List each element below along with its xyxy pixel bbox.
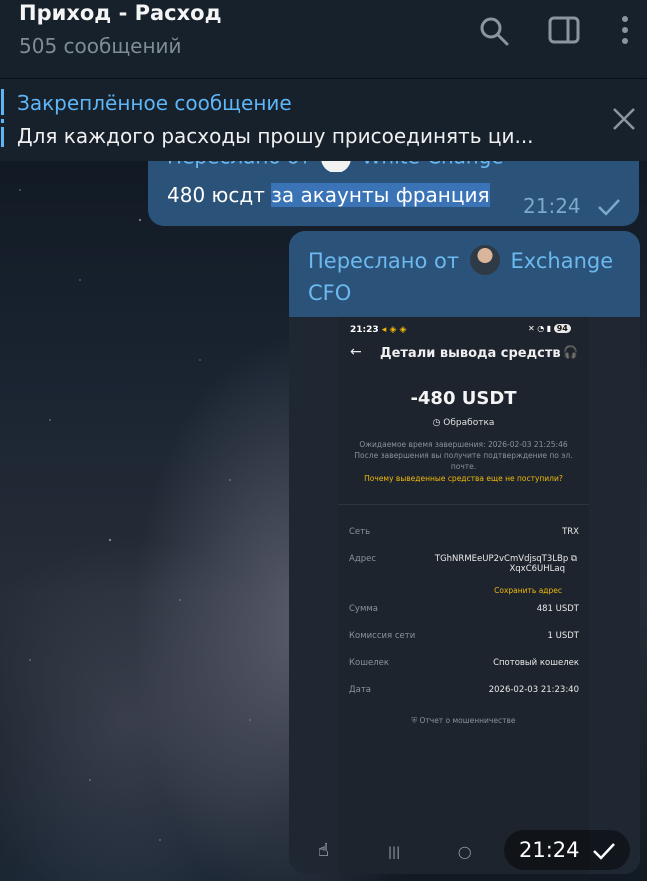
address-value: TGhNRMEeUP2vCmVdjsqT3LBp ⧉ XqxC6UHLaq	[434, 554, 577, 574]
status-bar-icons: ✕ ◔ ▮ 94	[528, 324, 571, 333]
mouse-cursor-icon: ☝	[318, 840, 329, 861]
message-text-selected: за акаунты франция	[271, 183, 490, 207]
pinned-indicator	[1, 89, 4, 149]
why-not-received-link: Почему выведенные средства еще не поступ…	[364, 474, 563, 483]
fee-label: Комиссия сети	[349, 631, 416, 641]
date-value: 2026-02-03 21:23:40	[488, 685, 579, 695]
message-bubble[interactable]: Переслано от Exchange CFO 21:23 ◂ ◈ ◈ ✕ …	[289, 231, 640, 874]
sum-label: Сумма	[349, 604, 378, 614]
message-text: 480 юсдт за акаунты франция	[167, 183, 490, 207]
chat-title[interactable]: Приход - Расход	[19, 1, 222, 25]
status-bar-time: 21:23 ◂ ◈ ◈	[350, 325, 407, 335]
wallet-value: Спотовый кошелек	[493, 658, 579, 668]
address-label: Адрес	[349, 554, 376, 564]
save-address-link: Сохранить адрес	[494, 586, 562, 595]
close-icon[interactable]	[610, 105, 638, 133]
phone-screenshot: 21:23 ◂ ◈ ◈ ✕ ◔ ▮ 94 ← Детали вывода сре…	[338, 317, 589, 874]
more-menu-icon[interactable]	[608, 14, 642, 48]
chat-header: Приход - Расход 505 сообщений	[0, 0, 647, 78]
network-value: TRX	[562, 527, 579, 537]
screen-title: Детали вывода средств	[380, 346, 561, 361]
message-text-plain: 480 юсдт	[167, 183, 272, 207]
sender-avatar[interactable]	[469, 245, 500, 275]
withdraw-amount: -480 USDT	[410, 388, 517, 409]
member-count: 505 сообщений	[19, 34, 182, 58]
wallet-label: Кошелек	[349, 658, 390, 668]
copy-icon: ⧉	[570, 554, 577, 564]
fraud-report-link: ⛨ Отчет о мошенничестве	[411, 716, 516, 725]
fee-value: 1 USDT	[547, 631, 579, 641]
shield-icon: ⛨	[411, 716, 418, 725]
forwarded-from[interactable]: Переслано от Exchange CFO	[308, 245, 628, 309]
pinned-message-bar[interactable]: Закреплённое сообщение Для каждого расхо…	[0, 78, 647, 161]
sum-value: 481 USDT	[536, 604, 579, 614]
recent-apps-icon: |||	[388, 845, 401, 859]
network-label: Сеть	[349, 527, 371, 537]
message-bubble[interactable]: Переслано от White-Change 480 юсдт за ак…	[148, 150, 639, 226]
message-time: 21:24	[523, 194, 581, 218]
forwarded-prefix: Переслано от	[308, 249, 460, 273]
sent-check-icon	[593, 843, 615, 860]
pinned-title: Закреплённое сообщение	[17, 91, 292, 115]
back-arrow-icon: ←	[350, 344, 362, 360]
withdraw-note: Ожидаемое время завершения: 2026-02-03 2…	[354, 440, 573, 471]
date-label: Дата	[349, 685, 372, 695]
withdraw-status: ◷ Обработка	[432, 418, 495, 428]
divider	[338, 504, 589, 505]
battery-indicator: 94	[553, 324, 571, 333]
message-time: 21:24	[519, 838, 580, 862]
home-icon: ◯	[458, 845, 472, 859]
photo-attachment[interactable]: 21:23 ◂ ◈ ◈ ✕ ◔ ▮ 94 ← Детали вывода сре…	[289, 317, 640, 874]
clock-icon: ◷	[432, 418, 441, 428]
support-headset-icon: 🎧	[563, 345, 578, 359]
search-icon[interactable]	[477, 14, 511, 48]
photo-time-badge: 21:24	[504, 830, 630, 870]
sidebar-toggle-icon[interactable]	[547, 14, 581, 48]
sent-check-icon	[598, 199, 620, 216]
pinned-text: Для каждого расходы прошу присоединять ц…	[17, 124, 534, 148]
